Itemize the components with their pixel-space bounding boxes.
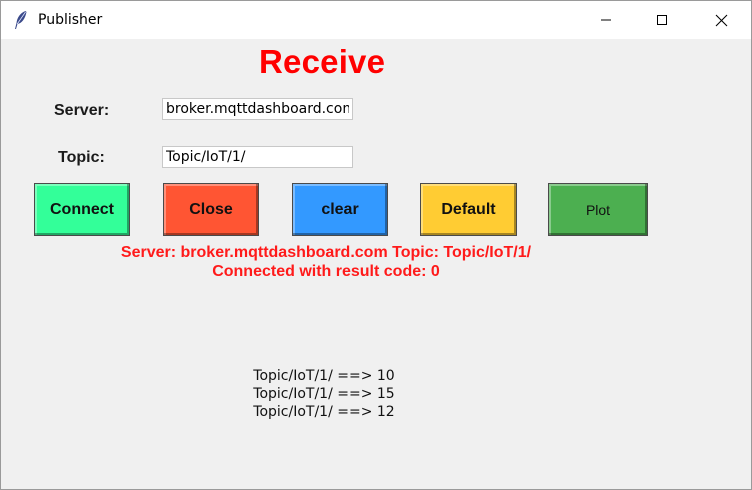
feather-icon xyxy=(13,10,29,30)
server-label: Server: xyxy=(54,102,110,119)
minimize-button[interactable] xyxy=(583,1,629,39)
close-icon xyxy=(715,14,727,26)
topic-label: Topic: xyxy=(58,149,105,166)
message-item: Topic/IoT/1/ ==> 15 xyxy=(253,386,395,402)
plot-button[interactable]: Plot xyxy=(548,183,648,236)
publisher-window: Publisher Receive Server: Topic: Connect… xyxy=(0,0,752,490)
status-server-topic: Server: broker.mqttdashboard.com Topic: … xyxy=(120,244,532,261)
server-input[interactable] xyxy=(162,98,353,120)
clear-button[interactable]: clear xyxy=(292,183,388,236)
close-button[interactable]: Close xyxy=(163,183,259,236)
topic-input[interactable] xyxy=(162,146,353,168)
message-list: Topic/IoT/1/ ==> 10 Topic/IoT/1/ ==> 15 … xyxy=(224,367,424,421)
minimize-icon xyxy=(601,19,611,21)
connect-button[interactable]: Connect xyxy=(34,183,130,236)
status-connection: Connected with result code: 0 xyxy=(212,263,440,280)
window-title: Publisher xyxy=(38,12,103,28)
message-item: Topic/IoT/1/ ==> 10 xyxy=(253,368,395,384)
message-item: Topic/IoT/1/ ==> 12 xyxy=(253,404,395,420)
client-area: Receive Server: Topic: Connect Close cle… xyxy=(1,39,751,489)
maximize-button[interactable] xyxy=(639,1,685,39)
default-button[interactable]: Default xyxy=(420,183,517,236)
page-title: Receive xyxy=(259,43,386,80)
close-window-button[interactable] xyxy=(698,1,744,39)
title-bar[interactable]: Publisher xyxy=(1,1,751,39)
maximize-icon xyxy=(657,15,667,25)
